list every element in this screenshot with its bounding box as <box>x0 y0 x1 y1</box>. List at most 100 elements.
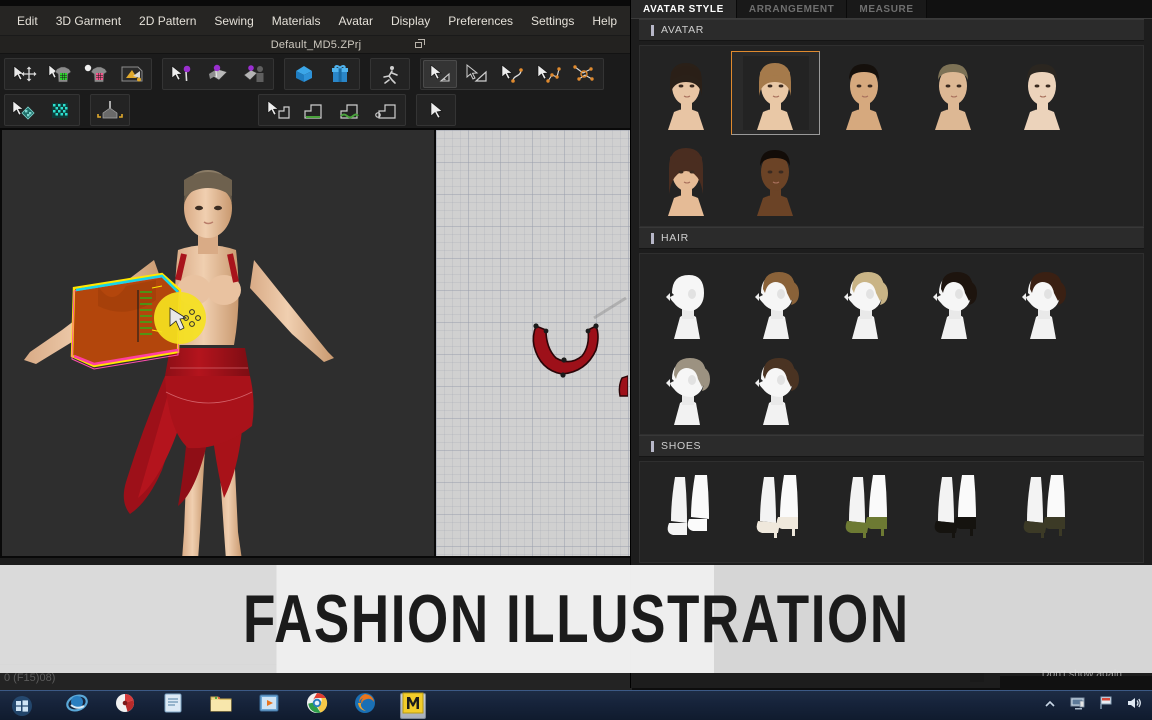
avatar-female-dark-bob[interactable] <box>642 51 731 135</box>
polygon-draw-tool[interactable] <box>459 60 493 88</box>
avatar-female-blonde-bob[interactable] <box>731 51 820 135</box>
point-tool[interactable] <box>531 60 565 88</box>
menu-2d-pattern[interactable]: 2D Pattern <box>130 11 205 31</box>
more-tools[interactable] <box>419 96 453 124</box>
section-avatar-grid <box>639 45 1144 227</box>
section-hair-header[interactable]: HAIR <box>639 227 1144 249</box>
avatar-male-dark-skin[interactable] <box>731 137 820 221</box>
shoes-black-strappy-heels[interactable] <box>909 467 998 551</box>
shoes-barefoot[interactable] <box>642 467 731 551</box>
taskbar-marvelous-designer[interactable] <box>400 692 426 719</box>
checker-texture-tool[interactable] <box>43 96 77 124</box>
hair-ponytail-brown[interactable] <box>731 259 820 343</box>
toolgroup-animation <box>370 58 410 90</box>
pin-fabric-tool[interactable] <box>201 60 235 88</box>
system-tray <box>1042 695 1152 716</box>
taskbar-explorer[interactable] <box>208 693 234 719</box>
tab-arrangement[interactable]: ARRANGEMENT <box>736 0 848 18</box>
chevron-up-icon <box>1044 697 1056 715</box>
monitor-icon <box>1070 695 1086 716</box>
menu-edit[interactable]: Edit <box>8 11 47 31</box>
tab-measure[interactable]: MEASURE <box>847 0 927 18</box>
section-marker-icon <box>651 24 654 36</box>
menu-help[interactable]: Help <box>583 11 626 31</box>
transform-tool[interactable] <box>7 60 41 88</box>
shoes-white-pumps[interactable] <box>731 467 820 551</box>
shoes-olive-ankle-boots[interactable] <box>998 467 1087 551</box>
segment-sew-tool[interactable] <box>297 96 331 124</box>
avatar-child[interactable] <box>998 51 1087 135</box>
avatar-3d-render <box>2 130 434 556</box>
section-marker-icon <box>651 440 654 452</box>
status-text: 0 (F15)08) <box>4 671 56 684</box>
video-title-overlay: FASHION ILLUSTRATION <box>0 565 1152 673</box>
menu-materials[interactable]: Materials <box>263 11 330 31</box>
sew-edit-tool[interactable] <box>369 96 403 124</box>
select-mesh-tool[interactable] <box>43 60 77 88</box>
tray-show-hidden[interactable] <box>1042 698 1058 714</box>
toolgroup-texture <box>4 94 80 126</box>
start-button[interactable] <box>2 692 42 720</box>
section-shoes-header[interactable]: SHOES <box>639 435 1144 457</box>
windows-taskbar <box>0 690 1152 720</box>
hair-bob-dark-brown[interactable] <box>998 259 1087 343</box>
m-letter-icon <box>402 692 424 719</box>
menu-display[interactable]: Display <box>382 11 439 31</box>
speaker-icon <box>1126 695 1142 716</box>
taskbar-internet-explorer[interactable] <box>64 693 90 719</box>
document-title: Default_MD5.ZPrj <box>270 38 362 51</box>
2d-pattern-viewport[interactable] <box>436 128 632 558</box>
texture-select-tool[interactable] <box>7 96 41 124</box>
document-icon <box>161 691 185 720</box>
taskbar-firefox[interactable] <box>352 693 378 719</box>
avatar-female-brunette[interactable] <box>642 137 731 221</box>
menu-preferences[interactable]: Preferences <box>439 11 522 31</box>
arrange-gizmo-tool[interactable] <box>287 60 321 88</box>
overlay-title-text: FASHION ILLUSTRATION <box>242 581 910 657</box>
symmetry-tool[interactable] <box>93 96 127 124</box>
avatar-male-asian[interactable] <box>820 51 909 135</box>
curve-tool[interactable] <box>495 60 529 88</box>
free-sew-tool[interactable] <box>333 96 367 124</box>
tab-avatar-style[interactable]: AVATAR STYLE <box>631 0 737 18</box>
menu-bar: Edit 3D Garment 2D Pattern Sewing Materials A… <box>0 6 632 36</box>
taskbar-media-app[interactable] <box>112 693 138 719</box>
sew-select-tool[interactable] <box>261 96 295 124</box>
menu-sewing[interactable]: Sewing <box>205 11 262 31</box>
section-marker-icon <box>651 232 654 244</box>
restore-window-icon[interactable] <box>415 39 426 50</box>
gift-box-tool[interactable] <box>323 60 357 88</box>
taskbar-pinned-items <box>64 692 426 719</box>
toolgroup-pattern <box>420 58 604 90</box>
folder-icon <box>209 691 233 720</box>
pin-tool[interactable] <box>165 60 199 88</box>
taskbar-media-player[interactable] <box>256 693 282 719</box>
tray-action-center[interactable] <box>1098 695 1114 716</box>
tray-volume[interactable] <box>1126 698 1142 714</box>
select-mesh-box-tool[interactable] <box>79 60 113 88</box>
fold-arrangement-tool[interactable] <box>115 60 149 88</box>
menu-settings[interactable]: Settings <box>522 11 583 31</box>
document-title-bar: Default_MD5.ZPrj <box>0 36 632 54</box>
menu-3d-garment[interactable]: 3D Garment <box>47 11 130 31</box>
taskbar-notepad[interactable] <box>160 693 186 719</box>
taskbar-chrome[interactable] <box>304 692 330 719</box>
section-avatar-title: AVATAR <box>661 24 705 36</box>
hair-bun-blonde[interactable] <box>820 259 909 343</box>
hair-bun-black[interactable] <box>909 259 998 343</box>
section-avatar-header[interactable]: AVATAR <box>639 19 1144 41</box>
menu-avatar[interactable]: Avatar <box>329 11 381 31</box>
toolgroup-arrange <box>284 58 360 90</box>
tray-network[interactable] <box>1070 695 1086 716</box>
hair-short-ash[interactable] <box>642 345 731 429</box>
avatar-male-caucasian[interactable] <box>909 51 998 135</box>
3d-garment-viewport[interactable] <box>0 128 436 558</box>
animation-tool[interactable] <box>373 60 407 88</box>
flag-icon <box>1098 695 1114 716</box>
polygon-select-tool[interactable] <box>423 60 457 88</box>
hair-short-brown[interactable] <box>731 345 820 429</box>
edit-point-tool[interactable] <box>567 60 601 88</box>
avatar-pin-tool[interactable] <box>237 60 271 88</box>
shoes-green-wedges[interactable] <box>820 467 909 551</box>
hair-none[interactable] <box>642 259 731 343</box>
